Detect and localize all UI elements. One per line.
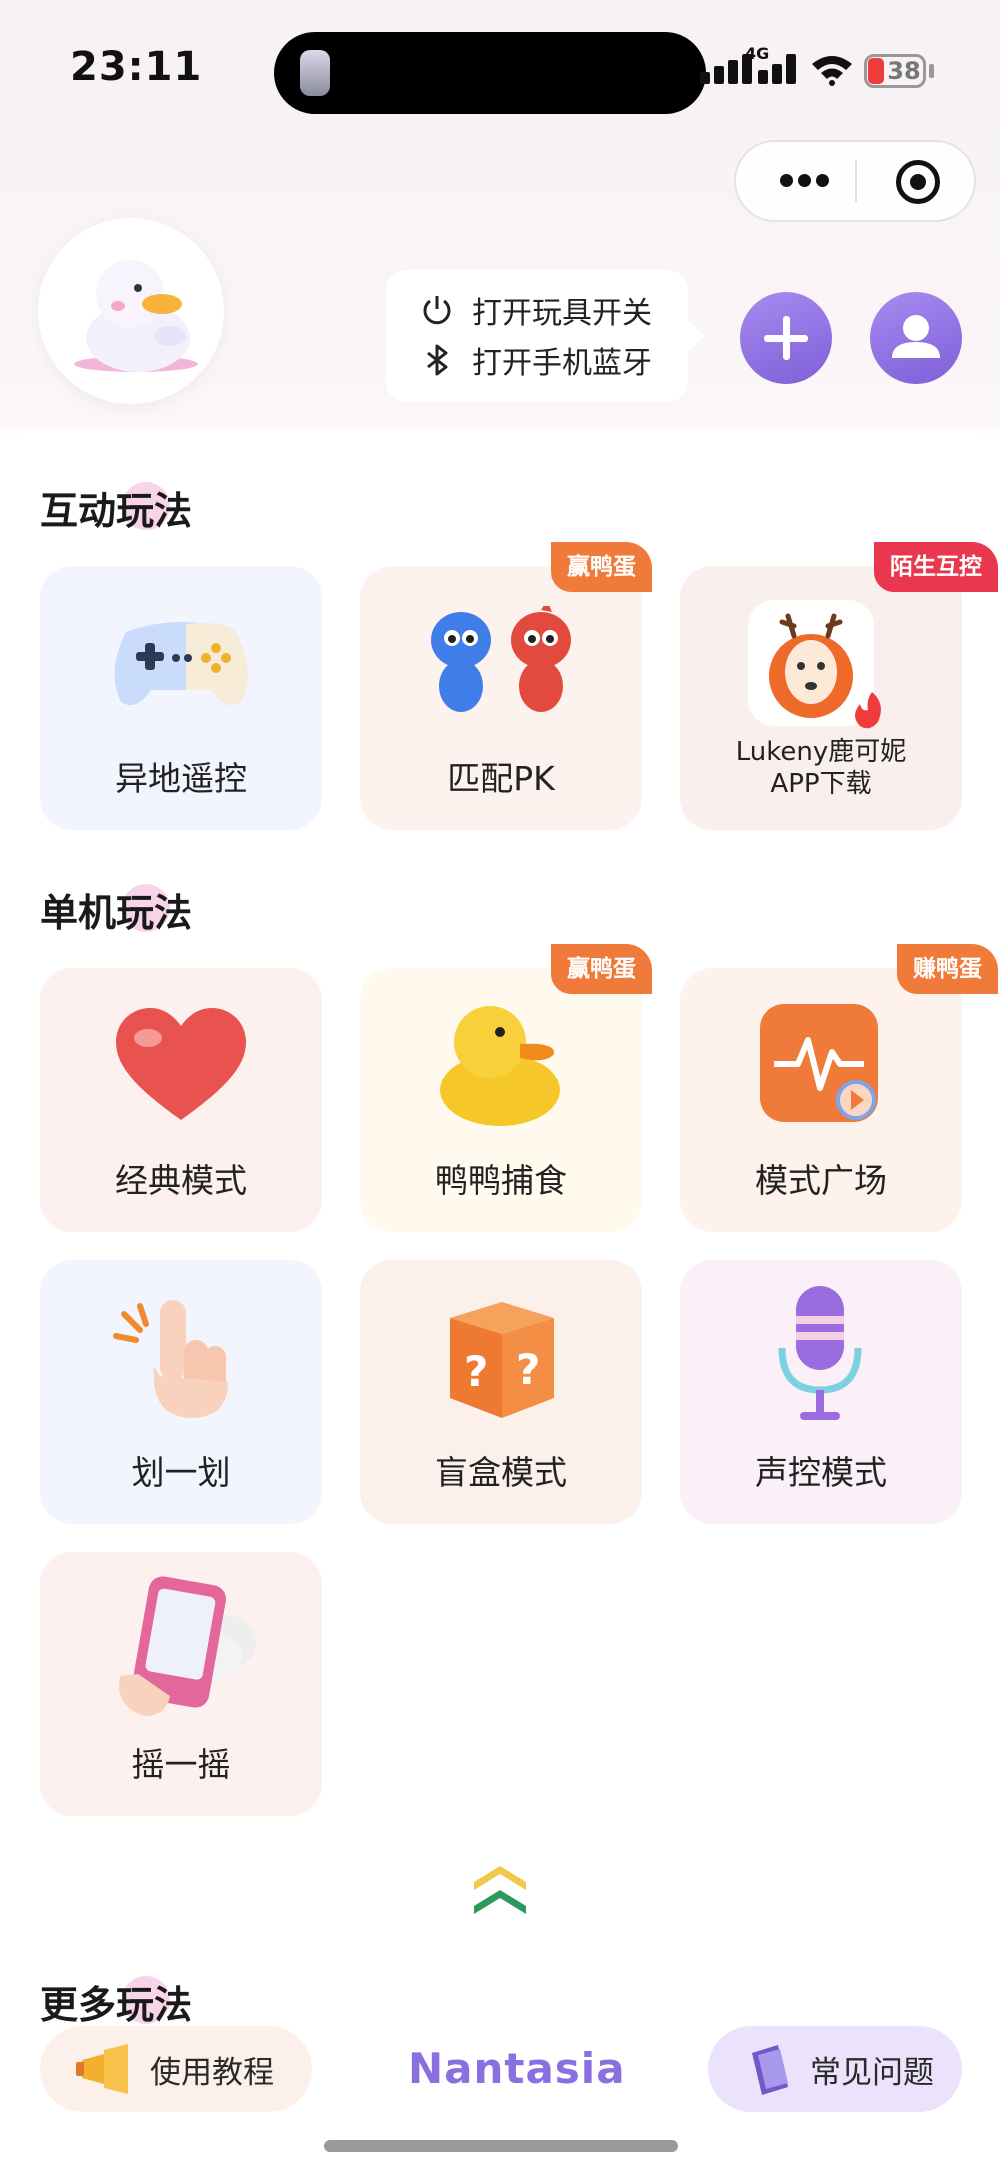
tutorial-label: 使用教程: [150, 2054, 274, 2091]
card-label: 声控模式: [755, 1453, 887, 1492]
card-label: 摇一摇: [131, 1745, 231, 1784]
gamepad-icon: [114, 622, 248, 706]
card-label: 匹配PK: [447, 759, 555, 798]
flashlight-icon: [300, 50, 330, 96]
faq-button[interactable]: 常见问题: [708, 2026, 962, 2112]
card-mode-square[interactable]: 模式广场 赚鸭蛋: [680, 944, 998, 1232]
brand-logo: Nantasia: [408, 2044, 626, 2093]
card-badge: 陌生互控: [874, 542, 998, 592]
card-shake[interactable]: 摇一摇: [40, 1552, 322, 1816]
book-icon: [752, 2045, 788, 2095]
card-label: 经典模式: [115, 1161, 247, 1200]
tip-bluetooth-text: 打开手机蓝牙: [472, 346, 652, 381]
megaphone-icon: [76, 2044, 128, 2094]
card-blind-box[interactable]: ? ? 盲盒模式: [360, 1260, 642, 1524]
close-target-icon[interactable]: [896, 160, 940, 204]
card-badge: 赢鸭蛋: [551, 542, 652, 592]
deer-app-icon: [748, 600, 881, 729]
plus-icon: [764, 316, 808, 360]
card-label: 盲盒模式: [435, 1453, 567, 1492]
card-classic-mode[interactable]: 经典模式: [40, 968, 322, 1232]
microphone-icon: [778, 1286, 862, 1420]
status-time: 23:11: [70, 44, 203, 90]
add-device-button[interactable]: [740, 292, 832, 384]
card-label-line1: Lukeny鹿可妮: [735, 737, 907, 767]
card-lukeny-app[interactable]: Lukeny鹿可妮 APP下载 陌生互控: [680, 542, 998, 830]
battery-tip: [929, 64, 934, 78]
duck-avatar[interactable]: [38, 218, 224, 404]
section-title-more: 更多玩法: [40, 1983, 193, 2027]
rubber-duck-icon: [440, 1006, 560, 1126]
scroll-up-icon[interactable]: [470, 1860, 530, 1920]
shake-phone-icon: [119, 1576, 256, 1716]
section-title-interactive: 互动玩法: [40, 489, 193, 533]
finger-swipe-icon: [113, 1300, 228, 1418]
more-icon[interactable]: [780, 174, 830, 188]
section-title-single: 单机玩法: [40, 891, 193, 935]
dynamic-island: [274, 32, 706, 114]
connection-tips: 打开玩具开关 打开手机蓝牙: [386, 270, 704, 402]
duck-mascot-icon: [74, 260, 198, 372]
card-label-line2: APP下载: [770, 769, 872, 799]
card-duck-feed[interactable]: 鸭鸭捕食 赢鸭蛋: [360, 944, 652, 1232]
tip-toy-switch-text: 打开玩具开关: [472, 296, 652, 331]
mystery-box-icon: ? ?: [450, 1302, 554, 1418]
tip-bluetooth: 打开手机蓝牙: [420, 338, 652, 382]
card-label: 划一划: [131, 1453, 231, 1492]
network-type: 4G: [745, 44, 770, 63]
svg-text:?: ?: [516, 1345, 540, 1394]
tutorial-button[interactable]: 使用教程: [40, 2026, 312, 2112]
card-badge: 赢鸭蛋: [551, 944, 652, 994]
card-badge: 赚鸭蛋: [897, 944, 998, 994]
card-label: 异地遥控: [115, 759, 247, 798]
profile-button[interactable]: [870, 292, 962, 384]
faq-label: 常见问题: [810, 2054, 934, 2091]
pk-mascots-icon: [431, 606, 571, 712]
card-remote-control[interactable]: 异地遥控: [40, 566, 322, 830]
card-label: 模式广场: [755, 1161, 887, 1200]
tip-toy-switch: 打开玩具开关: [420, 288, 652, 332]
wifi-icon: [812, 56, 852, 86]
battery-level: [868, 58, 884, 84]
card-label: 鸭鸭捕食: [435, 1161, 567, 1200]
user-icon: [892, 315, 940, 358]
capsule-divider: [855, 160, 857, 202]
home-indicator: [324, 2140, 678, 2152]
card-voice-control[interactable]: 声控模式: [680, 1260, 962, 1524]
power-icon: [423, 296, 451, 325]
heart-icon: [116, 1008, 246, 1120]
battery-percent: 38: [887, 57, 921, 85]
card-swipe[interactable]: 划一划: [40, 1260, 322, 1524]
svg-text:?: ?: [464, 1347, 488, 1396]
card-match-pk[interactable]: 匹配PK 赢鸭蛋: [360, 542, 652, 830]
waveform-play-icon: [760, 1004, 878, 1122]
bluetooth-icon: [427, 344, 448, 376]
